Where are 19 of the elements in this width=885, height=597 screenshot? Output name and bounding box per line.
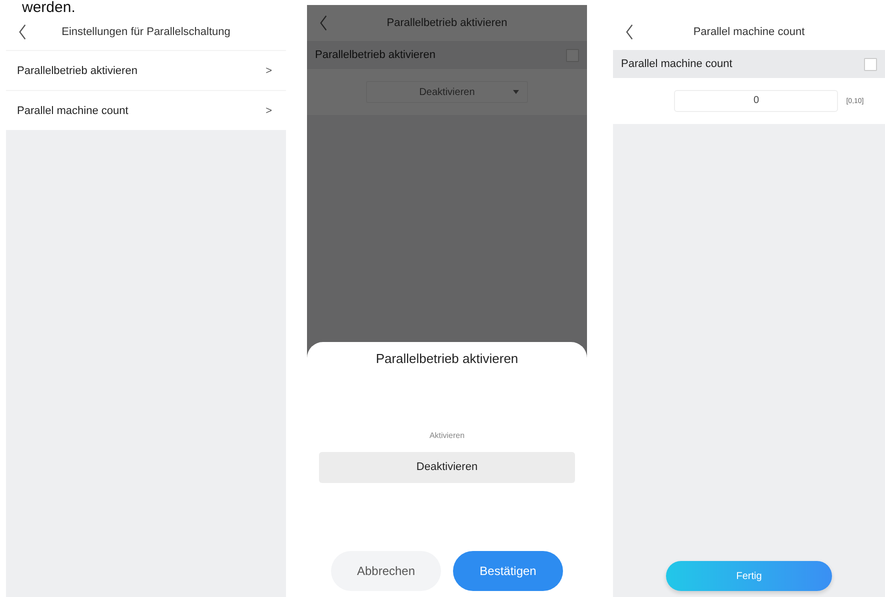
screen-title: Parallel machine count bbox=[693, 26, 805, 38]
number-field[interactable]: 0 bbox=[674, 90, 838, 112]
screen-title: Parallelbetrieb aktivieren bbox=[386, 17, 508, 29]
back-icon[interactable] bbox=[625, 24, 634, 40]
caption-text: werden. bbox=[22, 0, 76, 15]
checkbox[interactable] bbox=[864, 58, 877, 70]
option-item[interactable]: Aktivieren bbox=[319, 424, 575, 448]
back-icon[interactable] bbox=[18, 24, 27, 40]
confirm-button[interactable]: Bestätigen bbox=[453, 551, 563, 591]
sheet-title: Parallelbetrieb aktivieren bbox=[376, 351, 518, 366]
menu-item[interactable]: Parallel machine count > bbox=[6, 90, 286, 130]
option-item[interactable]: Deaktivieren bbox=[319, 452, 575, 483]
dropdown-arrow-icon bbox=[513, 90, 519, 94]
cancel-button[interactable]: Abbrechen bbox=[331, 551, 441, 591]
field-label: Parallelbetrieb aktivieren bbox=[315, 49, 436, 61]
menu-item[interactable]: Parallelbetrieb aktivieren > bbox=[6, 50, 286, 90]
field-label: Parallel machine count bbox=[621, 58, 732, 70]
back-icon[interactable] bbox=[319, 15, 328, 31]
screen-title: Einstellungen für Parallelschaltung bbox=[62, 26, 230, 38]
